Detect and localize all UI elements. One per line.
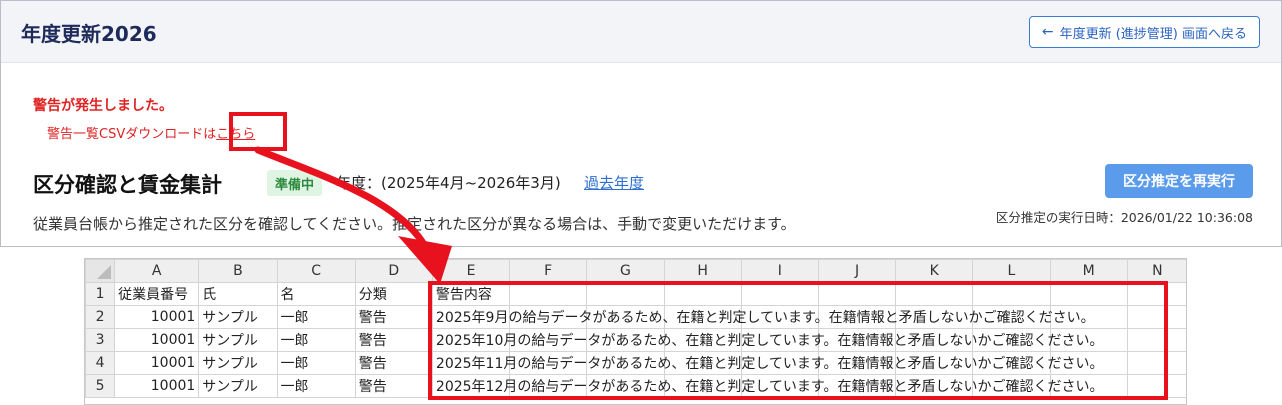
cell[interactable]: 警告 xyxy=(354,328,433,352)
column-header[interactable]: C xyxy=(276,259,356,283)
cell[interactable]: 従業員番号 xyxy=(114,282,200,306)
row-header[interactable]: 2 xyxy=(85,305,116,329)
cell[interactable]: 名 xyxy=(276,282,356,306)
cell[interactable]: 10001 xyxy=(114,328,200,352)
cell[interactable]: 10001 xyxy=(114,351,200,375)
section-title: 区分確認と賃金集計 xyxy=(33,173,222,197)
cell[interactable]: サンプル xyxy=(198,305,278,329)
cell[interactable]: サンプル xyxy=(198,351,278,375)
rerun-estimation-button[interactable]: 区分推定を再実行 xyxy=(1105,164,1253,198)
cell[interactable]: 一郎 xyxy=(276,351,356,375)
fiscal-period: 年度：(2025年4月~2026年3月) xyxy=(336,174,561,192)
cell[interactable]: 警告 xyxy=(354,374,433,398)
column-header-row: A B C D E F G H I J K L M N xyxy=(85,259,1186,283)
cell[interactable]: 警告 xyxy=(354,351,433,375)
cell[interactable]: 10001 xyxy=(114,305,200,329)
cell[interactable]: サンプル xyxy=(198,374,278,398)
back-to-progress-button[interactable]: ← 年度更新 (進捗管理) 画面へ戻る xyxy=(1028,16,1260,48)
page-title: 年度更新2026 xyxy=(21,22,157,46)
cell[interactable]: 警告 xyxy=(354,305,433,329)
column-header[interactable]: L xyxy=(972,259,1051,283)
warning-csv-text: 警告一覧CSVダウンロードは xyxy=(47,127,217,142)
select-all-corner[interactable] xyxy=(85,259,116,283)
cell[interactable]: 10001 xyxy=(114,374,200,398)
row-header[interactable]: 5 xyxy=(85,374,116,398)
warning-csv-line: 警告一覧CSVダウンロードはこちら xyxy=(47,123,255,142)
column-header[interactable]: G xyxy=(586,259,665,283)
column-header[interactable]: H xyxy=(663,259,742,283)
section-description: 従業員台帳から推定された区分を確認してください。推定された区分が異なる場合は、手… xyxy=(33,215,796,233)
back-button-label: 年度更新 (進捗管理) 画面へ戻る xyxy=(1059,26,1247,42)
arrow-left-icon: ← xyxy=(1041,24,1054,40)
highlight-box-csv-link xyxy=(229,112,287,151)
app-header: 年度更新2026 ← 年度更新 (進捗管理) 画面へ戻る xyxy=(1,1,1281,63)
column-header[interactable]: J xyxy=(817,259,897,283)
column-header[interactable]: E xyxy=(431,259,511,283)
column-header[interactable]: F xyxy=(509,259,588,283)
row-header[interactable]: 1 xyxy=(85,282,116,306)
execution-datetime: 区分推定の実行日時：2026/01/22 10:36:08 xyxy=(995,210,1253,225)
cell[interactable]: 一郎 xyxy=(276,305,356,329)
column-header[interactable]: B xyxy=(198,259,278,283)
warning-title: 警告が発生しました。 xyxy=(33,98,173,114)
highlight-box-warning-column xyxy=(428,281,1168,400)
cell[interactable]: サンプル xyxy=(198,328,278,352)
cell[interactable]: 分類 xyxy=(354,282,433,306)
column-header[interactable]: N xyxy=(1126,259,1186,283)
column-header[interactable]: K xyxy=(895,259,974,283)
column-header[interactable]: M xyxy=(1049,259,1128,283)
cell[interactable]: 一郎 xyxy=(276,328,356,352)
app-panel: 年度更新2026 ← 年度更新 (進捗管理) 画面へ戻る 警告が発生しました。 … xyxy=(0,0,1282,247)
status-badge: 準備中 xyxy=(267,170,323,196)
row-header[interactable]: 4 xyxy=(85,351,116,375)
column-header[interactable]: D xyxy=(354,259,433,283)
column-header[interactable]: A xyxy=(114,259,200,283)
past-years-link[interactable]: 過去年度 xyxy=(584,172,644,193)
cell[interactable]: 氏 xyxy=(198,282,278,306)
column-header[interactable]: I xyxy=(740,259,819,283)
cell[interactable]: 一郎 xyxy=(276,374,356,398)
row-header[interactable]: 3 xyxy=(85,328,116,352)
